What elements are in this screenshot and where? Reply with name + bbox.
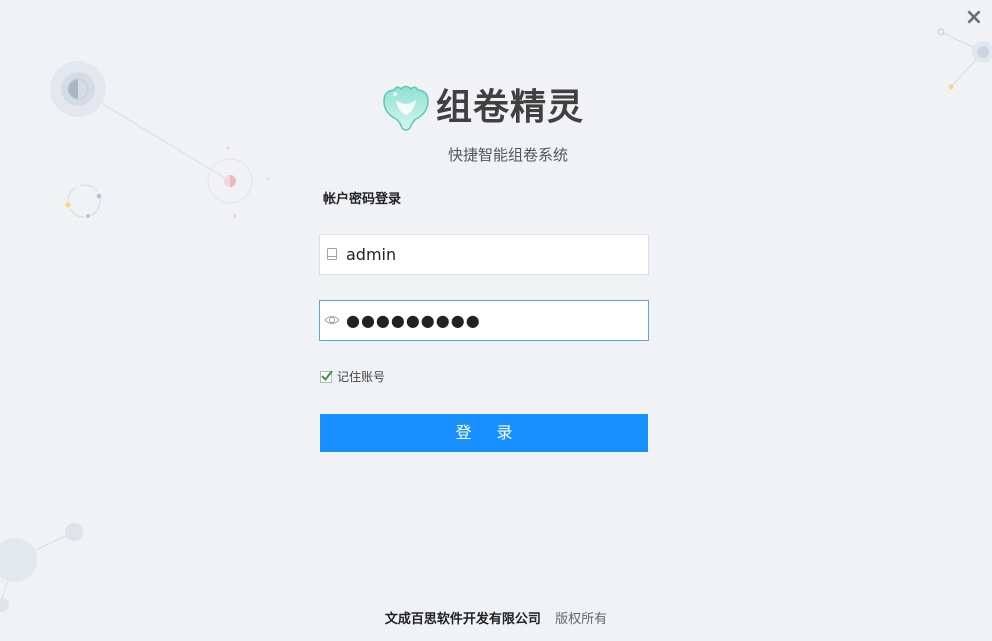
user-card-icon (327, 248, 337, 260)
app-title: 组卷精灵 (436, 87, 585, 128)
remember-account[interactable]: 记住账号 (320, 368, 385, 386)
eye-icon[interactable] (323, 312, 341, 328)
close-button[interactable]: × (964, 7, 984, 29)
remember-checkbox[interactable] (320, 370, 333, 383)
username-field[interactable] (319, 234, 649, 275)
login-button[interactable]: 登 录 (320, 414, 648, 452)
footer-company: 文成百思软件开发有限公司 (384, 612, 541, 627)
footer-rights: 版权所有 (555, 612, 608, 627)
check-icon (321, 370, 333, 382)
password-input[interactable] (346, 301, 642, 340)
cloud-mascot-icon (383, 85, 429, 131)
password-field[interactable] (319, 300, 649, 341)
login-mode-label: 帐户密码登录 (323, 192, 402, 207)
app-subtitle: 快捷智能组卷系统 (448, 146, 569, 164)
username-input[interactable] (346, 235, 642, 274)
remember-label: 记住账号 (337, 370, 386, 384)
footer: 文成百思软件开发有限公司 版权所有 (0, 610, 992, 630)
